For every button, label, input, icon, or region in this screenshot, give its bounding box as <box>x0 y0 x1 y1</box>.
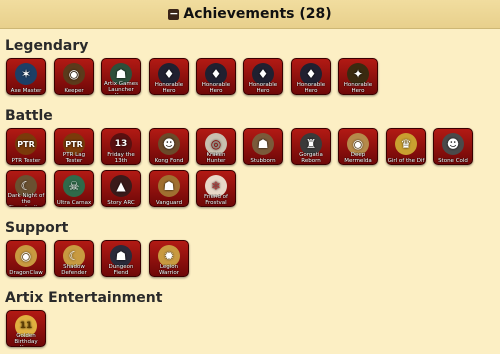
achievement-badge[interactable]: ☠ Ultra Carnax <box>54 170 94 207</box>
section-title-support: Support <box>5 220 69 236</box>
achievement-badge[interactable]: ◎ Kraken Hunter <box>196 128 236 165</box>
badge-label: Ultra Carnax <box>56 200 92 206</box>
triangle-icon: ▲ <box>110 175 132 197</box>
axe-icon: ✶ <box>15 63 37 85</box>
badge-label: Dungeon Fiend <box>108 264 134 276</box>
achievement-badge[interactable]: ❄ Friend of Frostval <box>196 170 236 207</box>
achievement-badge[interactable]: ☗ Stubborn <box>243 128 283 165</box>
badge-label: Legion Warrior <box>158 264 180 276</box>
achievement-badge[interactable]: ☻ Stone Cold <box>433 128 473 165</box>
badge-label: Honorable Hero <box>248 82 278 94</box>
achievement-badge[interactable]: 13 Friday the 13th <box>101 128 141 165</box>
achievement-badge[interactable]: ◉ Deep Mermelda <box>338 128 378 165</box>
achievement-badge[interactable]: ☻ Kong Fond <box>149 128 189 165</box>
badge-label: Story ARC <box>107 200 135 206</box>
badge-label: DragonClaw <box>9 270 43 276</box>
achievement-badge[interactable]: ☗ Dungeon Fiend <box>101 240 141 277</box>
badge-label: Kong Fond <box>154 158 184 164</box>
badge-label: PTR Lag Tester <box>62 152 86 164</box>
stubborn-icon: ☗ <box>252 133 274 155</box>
achievement-badge[interactable]: ♦ Honorable Hero <box>291 58 331 95</box>
achievement-badge[interactable]: ♜ Gorgatia Reborn <box>291 128 331 165</box>
achievement-badge[interactable]: ◉ Keeper <box>54 58 94 95</box>
achievement-badge[interactable]: ▲ Story ARC <box>101 170 141 207</box>
achievements-header[interactable]: − Achievements (28) <box>0 0 500 29</box>
achievement-badge[interactable]: ♦ Honorable Hero <box>149 58 189 95</box>
crown-icon: ♛ <box>395 133 417 155</box>
badge-label: PTR Tester <box>11 158 41 164</box>
ptr-icon: PTR <box>15 133 37 155</box>
achievement-badge[interactable]: ☾ Dark Night of the Disembodied <box>6 170 46 207</box>
achievements-title: Achievements (28) <box>183 6 332 22</box>
dragonclaw-icon: ◉ <box>15 245 37 267</box>
badge-label: Artix Games Launcher Hero <box>104 81 138 94</box>
key-icon: ◉ <box>63 63 85 85</box>
achievement-badge[interactable]: ☾ Shadow Defender <box>54 240 94 277</box>
achievement-badge[interactable]: ♦ Honorable Hero <box>196 58 236 95</box>
achievement-badge[interactable]: ✶ Axe Master <box>6 58 46 95</box>
section-title-legendary: Legendary <box>5 38 89 54</box>
badge-label: Vanguard <box>155 200 183 206</box>
badge-label: Stone Cold <box>438 158 468 164</box>
badge-label: Stubborn <box>250 158 276 164</box>
badge-label: Kraken Hunter <box>206 152 226 164</box>
badge-label: Girl of the Dif <box>387 158 425 164</box>
achievement-badge[interactable]: ☗ Vanguard <box>149 170 189 207</box>
badge-label: Honorable Hero <box>296 82 326 94</box>
achievement-badge[interactable]: 11 Golden Birthday Hero <box>6 310 46 347</box>
badge-label: Honorable Hero <box>154 82 184 94</box>
badge-label: Shadow Defender <box>61 264 87 276</box>
carnax-icon: ☠ <box>63 175 85 197</box>
achievement-badge[interactable]: ◉ DragonClaw <box>6 240 46 277</box>
badge-label: Honorable Hero <box>201 82 231 94</box>
achievement-badge[interactable]: PTR PTR Tester <box>6 128 46 165</box>
badge-label: Honorable Hero <box>343 82 373 94</box>
badge-label: Golden Birthday Hero <box>14 333 38 346</box>
vanguard-icon: ☗ <box>158 175 180 197</box>
section-title-artix: Artix Entertainment <box>5 290 163 306</box>
achievement-badge[interactable]: PTR PTR Lag Tester <box>54 128 94 165</box>
badge-label: Friend of Frostval <box>204 194 228 206</box>
badge-label: Axe Master <box>10 88 42 94</box>
section-title-battle: Battle <box>5 108 53 124</box>
achievement-badge[interactable]: ✦ Honorable Hero <box>338 58 378 95</box>
badge-label: Deep Mermelda <box>344 152 372 164</box>
badge-label: Friday the 13th <box>107 152 135 164</box>
badge-label: Dark Night of the Disembodied <box>7 193 45 206</box>
collapse-icon[interactable]: − <box>168 8 180 20</box>
kong-icon: ☻ <box>158 133 180 155</box>
achievement-badge[interactable]: ♛ Girl of the Dif <box>386 128 426 165</box>
badge-label: Keeper <box>64 88 84 94</box>
achievement-badge[interactable]: ✹ Legion Warrior <box>149 240 189 277</box>
badge-label: Gorgatia Reborn <box>299 152 323 164</box>
stone-icon: ☻ <box>442 133 464 155</box>
achievement-badge[interactable]: ♦ Honorable Hero <box>243 58 283 95</box>
achievement-badge[interactable]: ☗ Artix Games Launcher Hero <box>101 58 141 95</box>
